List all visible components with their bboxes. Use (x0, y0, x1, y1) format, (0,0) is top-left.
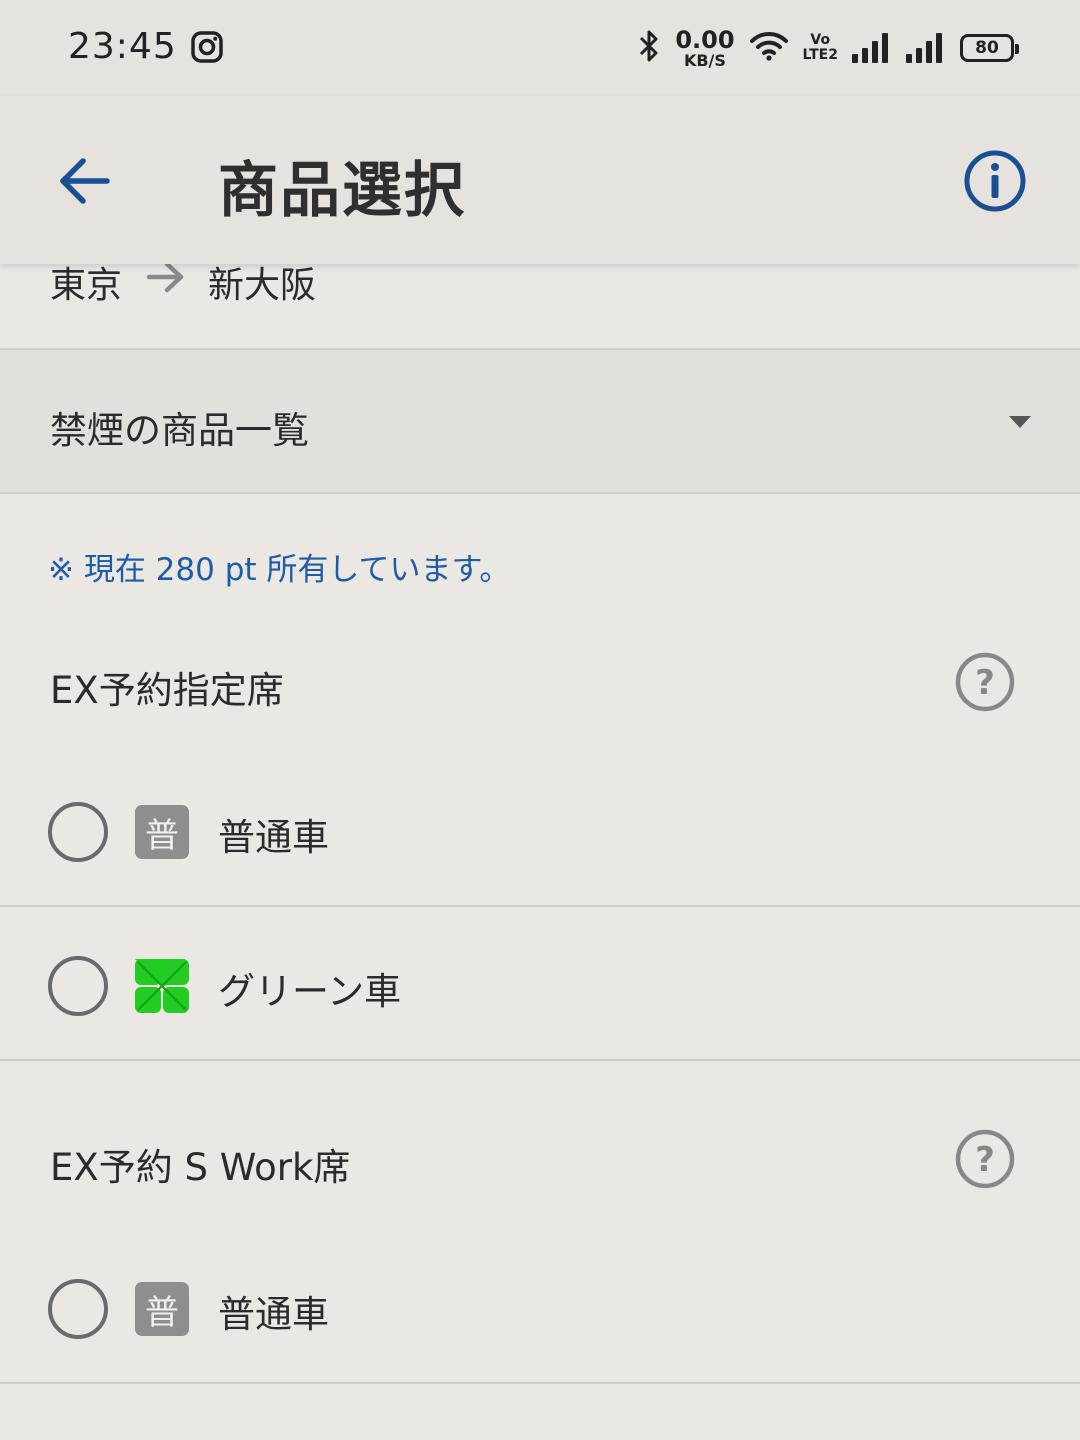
page-title: 商品選択 (218, 156, 466, 226)
section-title: EX予約 S Work席 (50, 1146, 351, 1189)
option-row[interactable]: グリーン車 (0, 909, 1080, 1061)
screen: 23:45 0.00 KB/S Vo LTE2 80 商品選択 東京 新大阪 禁… (0, 0, 1080, 1440)
status-icons: 0.00 KB/S Vo LTE2 80 (623, 24, 1019, 72)
back-button[interactable] (50, 146, 120, 216)
signal-icon (852, 33, 892, 63)
question-circle-icon: ? (955, 1129, 1015, 1189)
ordinary-car-badge: 普 (135, 1282, 189, 1336)
arrow-right-icon (146, 260, 186, 298)
question-circle-icon: ? (955, 652, 1015, 712)
volte-bottom: LTE2 (802, 47, 838, 63)
info-circle-icon (964, 150, 1026, 212)
caret-down-icon (1008, 414, 1032, 433)
section-title: EX予約指定席 (50, 669, 284, 712)
option-label: 普通車 (218, 1293, 329, 1336)
help-button[interactable]: ? (954, 651, 1016, 713)
option-row[interactable]: 普 普通車 (0, 1232, 1080, 1384)
option-label: 普通車 (218, 816, 329, 859)
network-speed-value: 0.00 (675, 25, 735, 54)
radio-button[interactable] (48, 802, 108, 862)
signal-icon (906, 33, 946, 63)
volte-indicator: Vo LTE2 (803, 33, 838, 62)
instagram-icon (190, 30, 224, 68)
wifi-icon (749, 30, 789, 66)
green-car-icon (135, 959, 189, 1013)
status-time: 23:45 (68, 26, 177, 67)
radio-button[interactable] (48, 1279, 108, 1339)
bluetooth-icon (637, 29, 661, 67)
status-bar: 23:45 0.00 KB/S Vo LTE2 80 (0, 0, 1080, 96)
ordinary-car-badge: 普 (135, 805, 189, 859)
arrow-left-icon (60, 158, 110, 204)
svg-text:?: ? (975, 1140, 995, 1180)
network-speed-unit: KB/S (683, 50, 726, 70)
option-label: グリーン車 (218, 970, 402, 1013)
battery-level: 80 (975, 38, 999, 58)
option-row[interactable]: 普 普通車 (0, 755, 1080, 907)
svg-text:?: ? (975, 663, 995, 703)
volte-top: Vo (810, 32, 831, 49)
info-button[interactable] (962, 148, 1028, 214)
network-speed: 0.00 KB/S (675, 28, 734, 69)
product-list-dropdown[interactable]: 禁煙の商品一覧 (0, 350, 1080, 494)
battery-icon: 80 (960, 34, 1019, 62)
dropdown-label: 禁煙の商品一覧 (50, 409, 309, 452)
radio-button[interactable] (48, 956, 108, 1016)
help-button[interactable]: ? (954, 1128, 1016, 1190)
points-note: ※ 現在 280 pt 所有しています。 (48, 552, 511, 588)
app-bar: 商品選択 (0, 96, 1080, 264)
